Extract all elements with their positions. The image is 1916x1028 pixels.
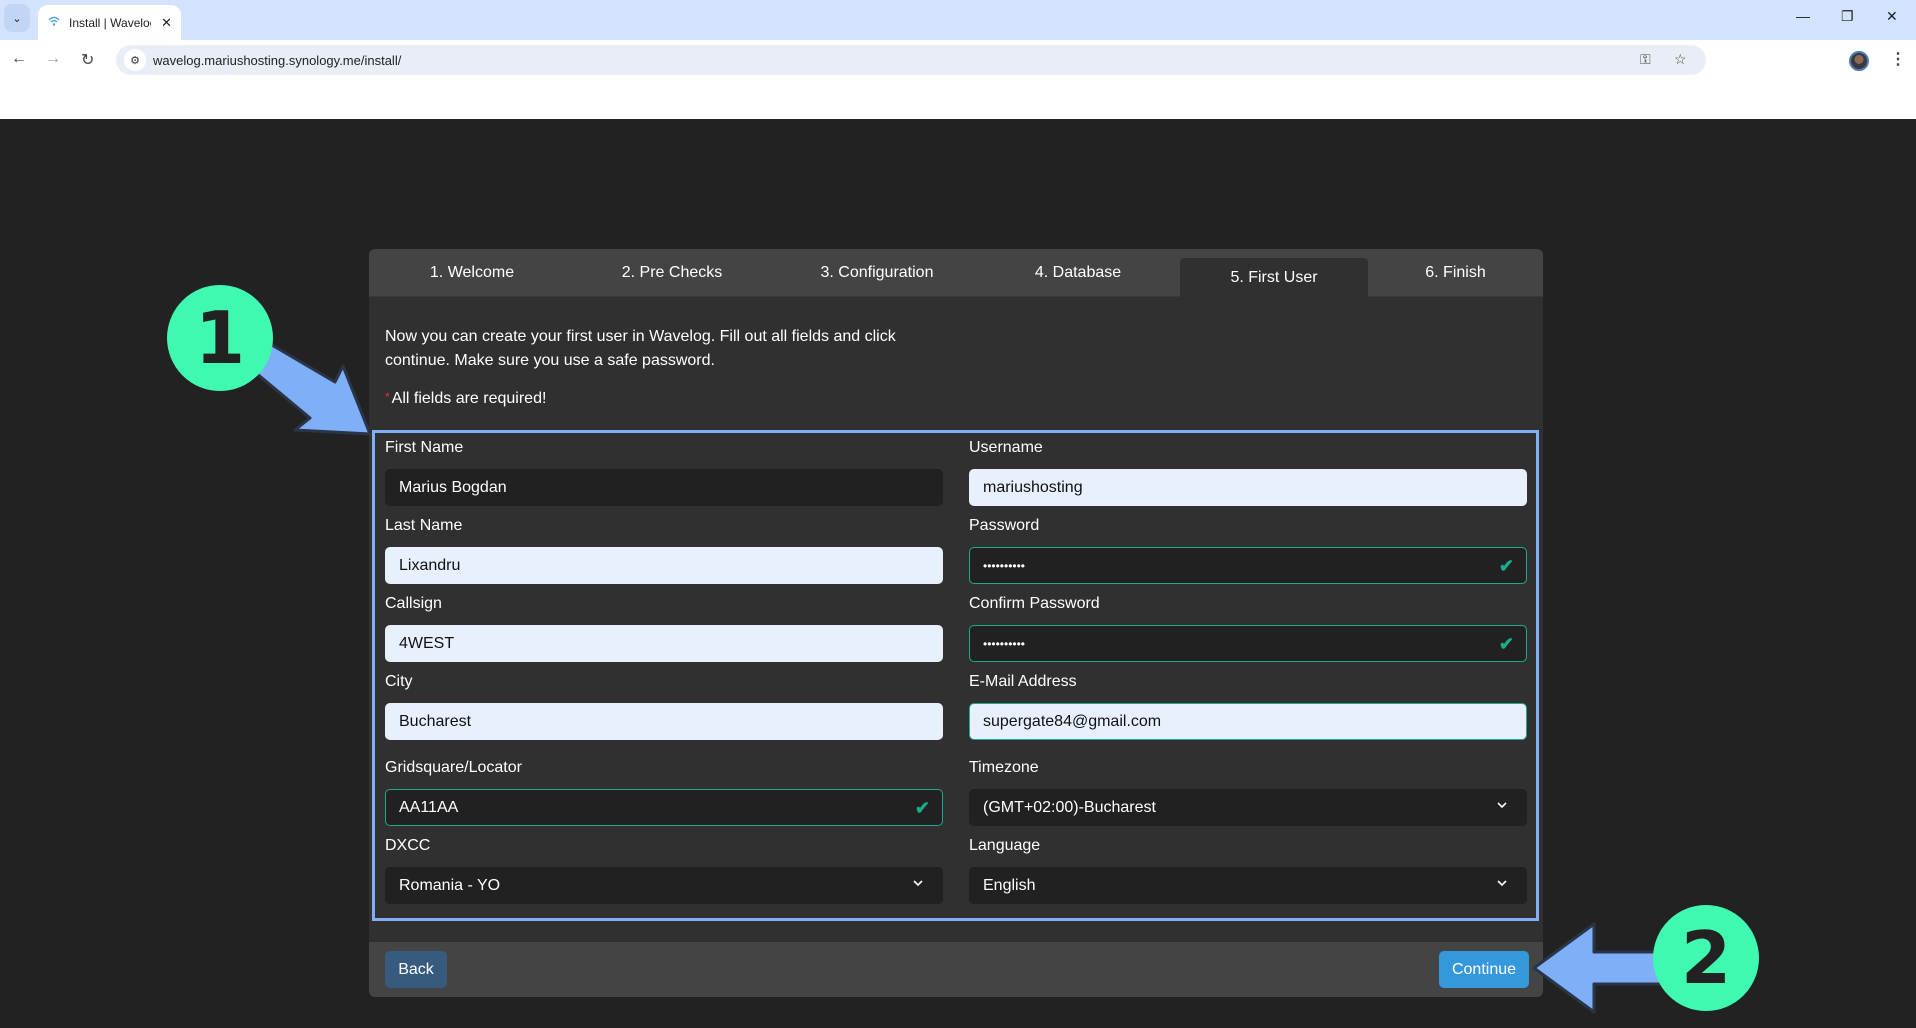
gridsquare-value: AA11AA (399, 798, 459, 816)
close-icon[interactable]: ✕ (161, 15, 172, 31)
wifi-icon (48, 15, 60, 30)
dxcc-value: Romania - YO (399, 876, 501, 894)
check-icon: ✔ (1498, 634, 1514, 654)
chevron-down-icon (1496, 799, 1508, 814)
required-note-text: All fields are required! (391, 390, 547, 407)
address-bar[interactable]: ⚙ wavelog.mariushosting.synology.me/inst… (116, 45, 1706, 75)
annotation-badge-1: 1 (167, 285, 273, 391)
city-label: City (385, 673, 413, 690)
reload-icon[interactable]: ↻ (81, 50, 94, 70)
minimize-icon[interactable]: — (1796, 8, 1810, 24)
browser-toolbar: ← → ↻ ⚙ wavelog.mariushosting.synology.m… (0, 40, 1916, 80)
browser-tabstrip: ⌄ Install | Wavelog ✕ — ❐ ✕ (0, 0, 1916, 40)
password-input[interactable]: •••••••••• ✔ (969, 547, 1527, 584)
restore-icon[interactable]: ❐ (1841, 8, 1854, 25)
email-label: E-Mail Address (969, 673, 1077, 690)
timezone-label: Timezone (969, 759, 1039, 776)
last-name-input[interactable]: Lixandru (385, 547, 943, 584)
username-input[interactable]: mariushosting (969, 469, 1527, 506)
browser-tab[interactable]: Install | Wavelog ✕ (38, 5, 181, 40)
check-icon: ✔ (1498, 556, 1514, 576)
step-tabs: 1. Welcome 2. Pre Checks 3. Configuratio… (369, 249, 1543, 298)
last-name-label: Last Name (385, 517, 463, 534)
required-star: * (385, 390, 390, 404)
password-value: •••••••••• (983, 558, 1026, 573)
confirm-password-label: Confirm Password (969, 595, 1100, 612)
email-input[interactable]: supergate84@gmail.com (969, 703, 1527, 740)
confirm-password-input[interactable]: •••••••••• ✔ (969, 625, 1527, 662)
username-label: Username (969, 439, 1043, 456)
star-icon[interactable]: ☆ (1674, 51, 1687, 68)
chevron-down-icon (912, 877, 924, 892)
key-icon[interactable]: ⚿ (1640, 51, 1651, 68)
tab-finish[interactable]: 6. Finish (1368, 249, 1543, 297)
username-value: mariushosting (983, 478, 1083, 496)
annotation-badge-2: 2 (1653, 905, 1759, 1011)
arrow-right-icon[interactable]: → (45, 50, 61, 68)
city-input[interactable]: Bucharest (385, 703, 943, 740)
tab-database[interactable]: 4. Database (985, 249, 1171, 297)
first-name-input[interactable]: Marius Bogdan (385, 469, 943, 506)
page-top-strip (0, 80, 1916, 119)
password-label: Password (969, 517, 1040, 534)
tune-icon[interactable]: ⚙ (124, 49, 146, 71)
tab-title: Install | Wavelog (69, 15, 151, 30)
language-label: Language (969, 837, 1041, 854)
timezone-select[interactable]: (GMT+02:00)-Bucharest (969, 789, 1527, 826)
callsign-value: 4WEST (399, 634, 455, 652)
back-button[interactable]: Back (385, 951, 447, 988)
language-value: English (983, 876, 1036, 894)
dxcc-label: DXCC (385, 837, 431, 854)
callsign-label: Callsign (385, 595, 442, 612)
required-note: * All fields are required! (385, 390, 546, 408)
kebab-icon[interactable]: ⋮ (1890, 49, 1906, 69)
chevron-down-icon: ⌄ (12, 12, 22, 25)
gridsquare-label: Gridsquare/Locator (385, 759, 522, 776)
gridsquare-input[interactable]: AA11AA ✔ (385, 789, 943, 826)
callsign-input[interactable]: 4WEST (385, 625, 943, 662)
language-select[interactable]: English (969, 867, 1527, 904)
confirm-password-value: •••••••••• (983, 636, 1026, 651)
tab-configuration[interactable]: 3. Configuration (769, 249, 985, 297)
url-text[interactable]: wavelog.mariushosting.synology.me/instal… (153, 53, 401, 68)
chevron-down-icon (1496, 877, 1508, 892)
tab-welcome[interactable]: 1. Welcome (369, 249, 575, 297)
tab-search-button[interactable]: ⌄ (4, 4, 30, 32)
tab-pre-checks[interactable]: 2. Pre Checks (575, 249, 769, 297)
continue-button[interactable]: Continue (1439, 951, 1529, 988)
dxcc-select[interactable]: Romania - YO (385, 867, 943, 904)
card-footer: Back Continue (369, 942, 1543, 997)
timezone-value: (GMT+02:00)-Bucharest (983, 798, 1156, 816)
arrow-left-icon[interactable]: ← (11, 50, 27, 68)
tab-first-user[interactable]: 5. First User (1180, 258, 1368, 298)
first-name-label: First Name (385, 439, 464, 456)
check-icon: ✔ (914, 798, 930, 818)
installer-card: 1. Welcome 2. Pre Checks 3. Configuratio… (369, 249, 1543, 997)
avatar[interactable] (1849, 51, 1869, 71)
intro-text: Now you can create your first user in Wa… (385, 328, 896, 369)
city-value: Bucharest (399, 712, 472, 730)
email-value: supergate84@gmail.com (983, 712, 1162, 730)
annotation-arrow-2 (1532, 922, 1672, 1014)
first-name-value: Marius Bogdan (399, 478, 507, 496)
last-name-value: Lixandru (399, 556, 461, 574)
window-close-icon[interactable]: ✕ (1886, 8, 1898, 25)
